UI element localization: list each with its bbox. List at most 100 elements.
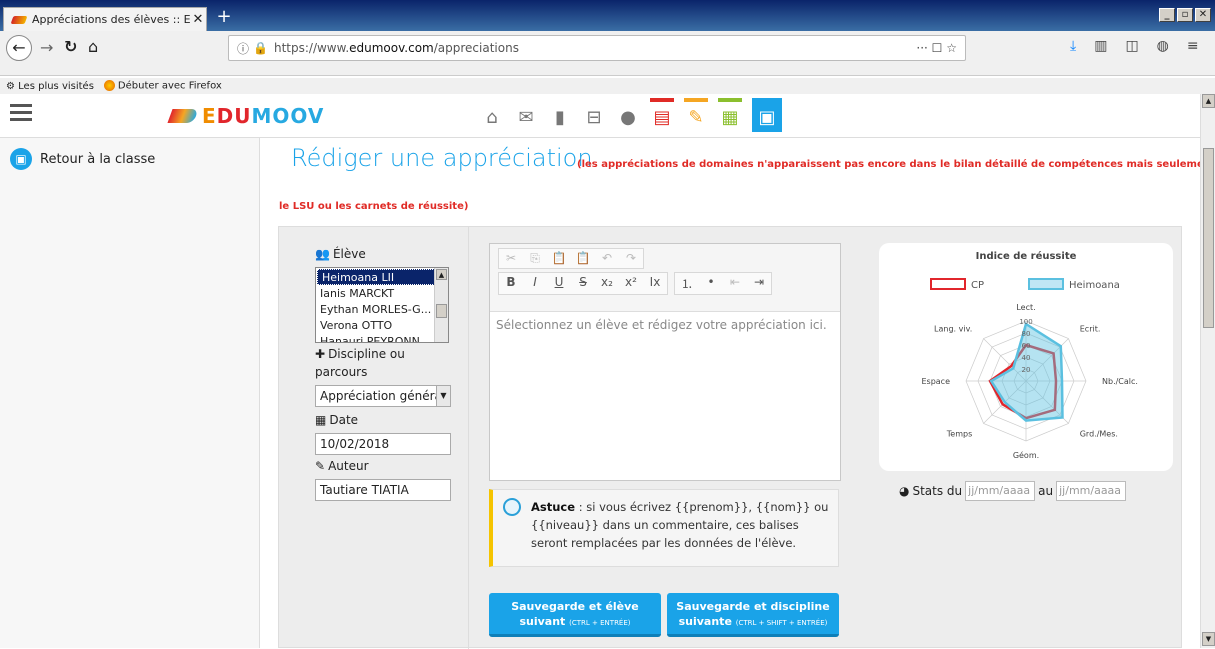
student-option[interactable]: Ianis MARCKT <box>316 286 434 302</box>
firefox-icon <box>103 80 115 92</box>
bullet-list-icon[interactable]: • <box>703 275 719 292</box>
pencil-icon[interactable]: ✎ <box>684 98 708 132</box>
browser-tabbar: Appréciations des élèves :: Edumo ✕ + _ … <box>0 0 1215 31</box>
cart-icon[interactable]: ⊟ <box>582 98 606 132</box>
book-icon[interactable]: ▮ <box>548 98 572 132</box>
info-icon[interactable]: ⓘ <box>237 40 249 57</box>
tick-label: 60 <box>1022 342 1031 350</box>
scroll-up-arrow-icon[interactable]: ▲ <box>436 269 447 280</box>
stats-from-input[interactable]: jj/mm/aaaa <box>965 481 1036 501</box>
axis-label: Nb./Calc. <box>1102 377 1138 386</box>
browser-tab[interactable]: Appréciations des élèves :: Edumo ✕ <box>3 7 207 31</box>
editor-toolbar: ✂ ⎘ 📋 📋 ↶ ↷ B I U S x₂ x² Ix ⒈ • ⇤ ⇥ <box>490 244 840 312</box>
copy-icon[interactable]: ⎘ <box>527 251 543 266</box>
user-icon[interactable]: ● <box>616 98 640 132</box>
radar-svg: Indice de réussite CP Heimoana 20 40 60 80 100 L… <box>921 250 1138 460</box>
briefcase-icon: ▣ <box>10 148 32 170</box>
student-option[interactable]: Hanauri PEYRONN <box>316 334 434 342</box>
date-input[interactable]: 10/02/2018 <box>315 433 451 455</box>
pie-chart-icon: ◕ <box>899 484 910 498</box>
home-icon[interactable]: ⌂ <box>480 98 504 132</box>
student-listbox[interactable]: Heimoana LII Ianis MARCKT Eythan MORLES-… <box>315 267 449 343</box>
bold-button[interactable]: B <box>503 275 519 292</box>
paste-icon[interactable]: 📋 <box>551 251 567 266</box>
axis-label: Temps <box>946 429 973 438</box>
axis-label: Espace <box>921 377 950 386</box>
listbox-scrollbar[interactable]: ▲ <box>434 268 448 342</box>
page-actions[interactable]: ··· ☐ ☆ <box>916 41 957 55</box>
lightbulb-icon <box>503 498 521 516</box>
bookmark-most-visited[interactable]: ⚙ Les plus visités <box>6 81 94 92</box>
axis-label: Lang. viv. <box>934 325 972 334</box>
bookmark-getting-started[interactable]: Débuter avec Firefox <box>103 80 222 92</box>
menu-icon[interactable]: ≡ <box>1187 38 1199 54</box>
toolbar-icons: ⤓ ▥ ◫ ◍ ≡ <box>1070 38 1199 54</box>
page-title: Rédiger une appréciation <box>291 144 593 172</box>
discipline-select[interactable]: Appréciation généra ▼ <box>315 385 451 407</box>
italic-button[interactable]: I <box>527 275 543 292</box>
save-next-student-button[interactable]: Sauvegarde et élève suivant (CTRL + ENTR… <box>489 593 661 637</box>
discipline-label-2: parcours <box>315 365 368 379</box>
logo-mark-icon <box>167 109 199 123</box>
date-label: ▦ Date <box>315 413 359 427</box>
puzzle-icon: ✚ <box>315 347 326 361</box>
library-icon[interactable]: ▥ <box>1094 38 1107 54</box>
strike-button[interactable]: S <box>575 275 591 292</box>
hamburger-menu-icon[interactable] <box>10 104 32 125</box>
student-option[interactable]: Heimoana LII <box>317 269 435 285</box>
cut-icon[interactable]: ✂ <box>503 251 519 266</box>
reload-button[interactable]: ↻ <box>64 37 77 56</box>
remove-format-button[interactable]: Ix <box>647 275 663 292</box>
close-window-button[interactable]: ✕ <box>1195 8 1211 22</box>
sidebar: ▣ Retour à la classe <box>0 138 260 648</box>
url-bar[interactable]: ⓘ 🔒 https://www.edumoov.com/appreciation… <box>228 35 966 61</box>
form-column: 👥 Élève Heimoana LII Ianis MARCKT Eythan … <box>279 227 469 649</box>
back-to-class-link[interactable]: ▣ Retour à la classe <box>10 148 155 170</box>
sidebar-icon[interactable]: ◫ <box>1125 38 1138 54</box>
briefcase-icon[interactable]: ▣ <box>752 98 782 132</box>
underline-button[interactable]: U <box>551 275 567 292</box>
page-scrollbar[interactable]: ▲ ▼ <box>1200 94 1215 648</box>
home-button[interactable]: ⌂ <box>88 37 98 56</box>
maximize-button[interactable]: ▫ <box>1177 8 1193 22</box>
stats-to-input[interactable]: jj/mm/aaaa <box>1056 481 1127 501</box>
download-icon[interactable]: ⤓ <box>1070 38 1076 54</box>
subscript-button[interactable]: x₂ <box>599 275 615 292</box>
page-note-line1: (les appréciations de domaines n'apparai… <box>577 159 1215 170</box>
scroll-up-arrow-icon[interactable]: ▲ <box>1202 94 1215 108</box>
clipboard-group: ✂ ⎘ 📋 📋 ↶ ↷ <box>498 248 644 269</box>
author-input[interactable]: Tautiare TIATIA <box>315 479 451 501</box>
extension-icon[interactable]: ◍ <box>1157 38 1169 54</box>
edumoov-favicon-icon <box>10 15 28 24</box>
author-label: ✎ Auteur <box>315 459 369 473</box>
student-option[interactable]: Eythan MORLES-G... <box>316 302 434 318</box>
new-tab-button[interactable]: + <box>214 7 234 27</box>
forward-button[interactable]: → <box>40 38 53 57</box>
page-note-line2: le LSU ou les carnets de réussite) <box>279 201 469 212</box>
superscript-button[interactable]: x² <box>623 275 639 292</box>
tab-close-icon[interactable]: ✕ <box>190 12 206 27</box>
tick-label: 80 <box>1022 330 1031 338</box>
axis-label: Géom. <box>1013 450 1039 460</box>
url-text[interactable]: https://www.edumoov.com/appreciations <box>274 41 916 55</box>
mail-icon[interactable]: ✉ <box>514 98 538 132</box>
edumoov-logo[interactable]: E DU MOOV <box>167 104 324 128</box>
scroll-thumb[interactable] <box>1203 148 1214 328</box>
outdent-icon[interactable]: ⇤ <box>727 275 743 292</box>
student-option[interactable]: Verona OTTO <box>316 318 434 334</box>
calendar-icon[interactable]: ▦ <box>718 98 742 132</box>
numbered-list-icon[interactable]: ⒈ <box>679 275 695 292</box>
paste-text-icon[interactable]: 📋 <box>575 251 591 266</box>
undo-icon[interactable]: ↶ <box>599 251 615 266</box>
save-next-discipline-button[interactable]: Sauvegarde et discipline suivante (CTRL … <box>667 593 839 637</box>
indent-icon[interactable]: ⇥ <box>751 275 767 292</box>
rich-text-editor[interactable]: ✂ ⎘ 📋 📋 ↶ ↷ B I U S x₂ x² Ix ⒈ • ⇤ ⇥ Sél… <box>489 243 841 481</box>
scroll-down-arrow-icon[interactable]: ▼ <box>1202 632 1215 646</box>
document-icon[interactable]: ▤ <box>650 98 674 132</box>
editor-placeholder[interactable]: Sélectionnez un élève et rédigez votre a… <box>490 312 840 338</box>
minimize-button[interactable]: _ <box>1159 8 1175 22</box>
scroll-thumb[interactable] <box>436 304 447 318</box>
tick-label: 100 <box>1019 318 1032 326</box>
redo-icon[interactable]: ↷ <box>623 251 639 266</box>
back-button[interactable]: ← <box>6 35 32 61</box>
